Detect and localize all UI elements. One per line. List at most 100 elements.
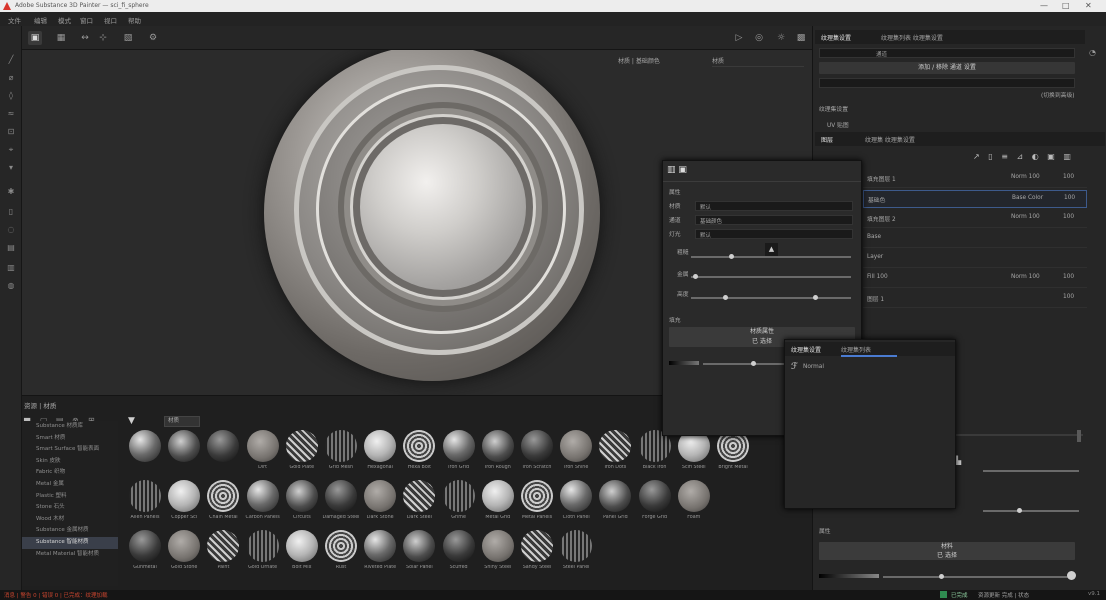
paint-icon[interactable]: ╱: [5, 54, 17, 66]
material-thumbnail[interactable]: Iron Shine: [557, 428, 595, 478]
menu-edit[interactable]: 编辑: [34, 15, 47, 25]
move-icon[interactable]: ↔: [78, 31, 92, 45]
material-thumbnail[interactable]: Dark Steel: [400, 478, 438, 528]
material-thumbnail[interactable]: Gunmetal: [126, 528, 164, 578]
mask-icon[interactable]: ≡: [1001, 152, 1008, 161]
material-thumbnail[interactable]: Shiny Steel: [479, 528, 517, 578]
resolution-field[interactable]: [819, 78, 1075, 88]
layer-row[interactable]: 填充图层 2 Norm 100 100: [863, 210, 1087, 228]
menu-file[interactable]: 文件: [8, 15, 21, 25]
layer-row[interactable]: 图层 1 100: [863, 290, 1087, 308]
close-button[interactable]: ✕: [1085, 1, 1092, 10]
filter-dropdown[interactable]: 材质: [164, 416, 200, 427]
material-thumbnail[interactable]: Paint: [204, 528, 242, 578]
library-tree-item[interactable]: Skin 皮肤: [22, 456, 118, 468]
camera-icon[interactable]: ▧: [121, 31, 135, 45]
layer-opacity[interactable]: 100: [1063, 294, 1074, 304]
eraser-icon[interactable]: ⌀: [5, 72, 17, 84]
material-thumbnail[interactable]: Grid Mesh: [322, 428, 360, 478]
property-field-dropdown[interactable]: 基础颜色: [695, 215, 853, 225]
layer-opacity[interactable]: 100: [1063, 214, 1074, 224]
metallic-slider[interactable]: [691, 276, 851, 278]
material-thumbnail[interactable]: Damaged Steel: [322, 478, 360, 528]
library-tree-item[interactable]: Smart Surface 智能表面: [22, 444, 118, 456]
material-thumbnail[interactable]: [204, 428, 242, 478]
library-tree-item[interactable]: Smart 材质: [22, 433, 118, 445]
layer-opacity[interactable]: 100: [1063, 274, 1074, 284]
maximize-button[interactable]: □: [1062, 1, 1070, 10]
fill-slider[interactable]: [703, 363, 787, 365]
material-thumbnail[interactable]: Cloth Panel: [557, 478, 595, 528]
clone-icon[interactable]: ⊡: [5, 126, 17, 138]
gradient-swatch[interactable]: [819, 574, 879, 578]
folder-layer-icon[interactable]: ◐: [1032, 152, 1039, 161]
menu-mode[interactable]: 模式: [58, 15, 71, 25]
material-thumbnail[interactable]: Hexa Bolt: [400, 428, 438, 478]
layer-row[interactable]: Layer: [863, 250, 1087, 268]
smudge-icon[interactable]: ≈: [5, 108, 17, 120]
tab-texture-set-settings[interactable]: 纹理集设置: [821, 33, 851, 42]
layer-row[interactable]: Fill 100 Norm 100 100: [863, 270, 1087, 288]
material-thumbnail[interactable]: Dirt: [244, 428, 282, 478]
material-thumbnail[interactable]: Metal Panels: [518, 478, 556, 528]
library-tree-item[interactable]: Substance 材质库: [22, 421, 118, 433]
paint-layer-icon[interactable]: ↗: [973, 152, 980, 161]
material-thumbnail[interactable]: Hexagonal: [361, 428, 399, 478]
fill-gradient-swatch[interactable]: [669, 361, 699, 365]
effect-icon[interactable]: ⊿: [1016, 152, 1023, 161]
opacity-slider-end[interactable]: [1067, 571, 1076, 580]
bake-icon[interactable]: ◌: [5, 224, 17, 236]
height-knob-2[interactable]: [813, 295, 818, 300]
material-thumbnail[interactable]: Dark Stone: [361, 478, 399, 528]
camera2-icon[interactable]: ◎: [752, 31, 766, 45]
viewport-channel-dropdown[interactable]: 材质 | 基础颜色: [618, 56, 660, 66]
material-thumbnail[interactable]: Carbon Panels: [244, 478, 282, 528]
material-thumbnail[interactable]: Panel Grid: [596, 478, 634, 528]
layers-icon[interactable]: ▤: [5, 242, 17, 254]
material-thumbnail[interactable]: [165, 428, 203, 478]
minimize-button[interactable]: —: [1040, 1, 1048, 10]
tab-layers[interactable]: 图层: [821, 135, 833, 144]
material-thumbnail[interactable]: Riveted Plate: [361, 528, 399, 578]
material-thumbnail[interactable]: Iron Scratch: [518, 428, 556, 478]
material-thumbnail[interactable]: Rust: [322, 528, 360, 578]
layer-blend-mode[interactable]: Norm 100: [1011, 174, 1040, 184]
library-tree-item[interactable]: Fabric 织物: [22, 467, 118, 479]
material-thumbnail[interactable]: Circuits: [283, 478, 321, 528]
layer-row[interactable]: Base: [863, 230, 1087, 248]
menu-viewport[interactable]: 视口: [104, 15, 117, 25]
height-slider[interactable]: [691, 297, 851, 299]
popup-tab-1[interactable]: 纹理集设置: [791, 345, 821, 354]
advanced-toggle-link[interactable]: (切换到高级): [1041, 90, 1075, 100]
metallic-knob[interactable]: [693, 274, 698, 279]
material-button[interactable]: 材料 已 选择: [819, 542, 1075, 560]
layer-blend-mode[interactable]: Norm 100: [1011, 214, 1040, 224]
menu-help[interactable]: 帮助: [128, 15, 141, 25]
layer-blend-mode[interactable]: Norm 100: [1011, 274, 1040, 284]
transform-icon[interactable]: ▦: [54, 31, 68, 45]
material-thumbnail[interactable]: Bolt Mix: [283, 528, 321, 578]
param-slider-2-knob[interactable]: [1017, 508, 1022, 513]
roughness-knob[interactable]: [729, 254, 734, 259]
scroll-track[interactable]: [955, 434, 1083, 436]
channel-field[interactable]: 通道: [819, 48, 1075, 58]
screenshot-icon[interactable]: ▩: [794, 31, 808, 45]
popup-tab-2[interactable]: 纹理集列表: [841, 345, 871, 354]
polygon-icon[interactable]: ▯: [5, 206, 17, 218]
material-thumbnail[interactable]: Metal Grid: [479, 478, 517, 528]
material-thumbnail[interactable]: Alien Panels: [126, 478, 164, 528]
layer-opacity[interactable]: 100: [1063, 174, 1074, 184]
properties-tab-icon[interactable]: ▥ ▣: [667, 165, 687, 175]
layer-row[interactable]: 基础色 Base Color 100: [863, 190, 1087, 208]
layer-row[interactable]: 填充图层 1 Norm 100 100: [863, 170, 1087, 188]
material-thumbnail[interactable]: Iron Dots: [596, 428, 634, 478]
opacity-slider-knob[interactable]: [939, 574, 944, 579]
duplicate-icon[interactable]: ▣: [1047, 152, 1055, 161]
material-thumbnail[interactable]: Foam: [675, 478, 713, 528]
material-thumbnail[interactable]: Steel Panel: [557, 528, 595, 578]
roughness-slider[interactable]: [691, 256, 851, 258]
tab-texture-set-list[interactable]: 纹理集列表 纹理集设置: [881, 33, 943, 42]
opacity-slider[interactable]: [883, 576, 1069, 578]
symmetry-icon[interactable]: ⊹: [96, 31, 110, 45]
tab-layer-texture-set[interactable]: 纹理集 纹理集设置: [865, 135, 915, 144]
